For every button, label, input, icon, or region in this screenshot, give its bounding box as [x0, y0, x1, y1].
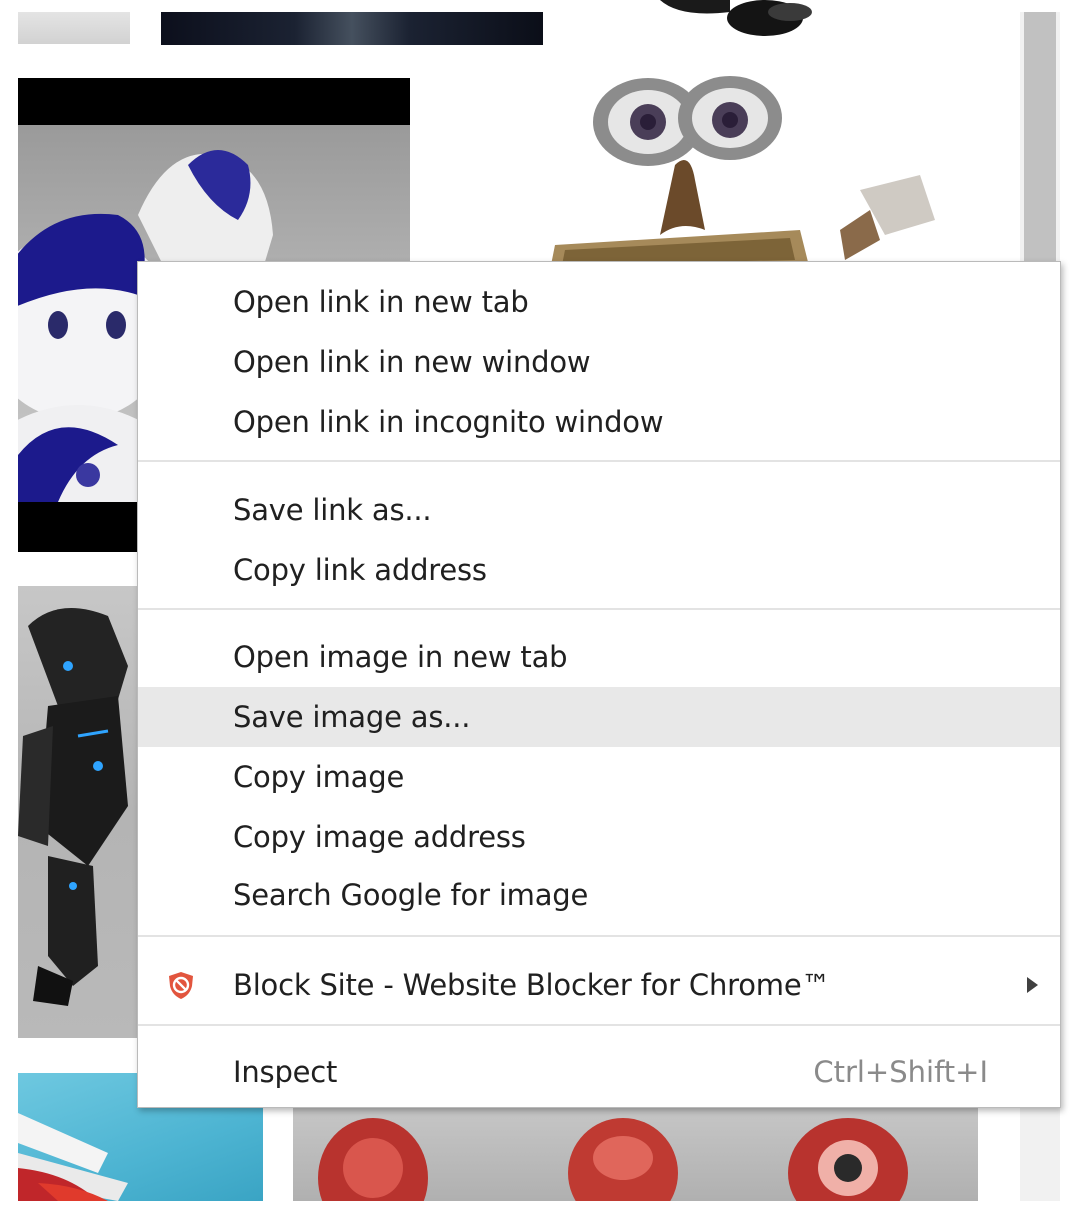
- menu-item-copy-image-address[interactable]: Copy image address: [138, 807, 1060, 867]
- menu-item-shortcut: Ctrl+Shift+I: [813, 1055, 988, 1089]
- menu-item-save-image-as[interactable]: Save image as...: [138, 687, 1060, 747]
- menu-item-label: Copy image address: [233, 820, 526, 854]
- menu-item-open-link-new-window[interactable]: Open link in new window: [138, 332, 1060, 392]
- menu-item-copy-image[interactable]: Copy image: [138, 747, 1060, 807]
- menu-item-label: Search Google for image: [233, 878, 589, 912]
- menu-item-label: Copy link address: [233, 553, 487, 587]
- menu-item-save-link-as[interactable]: Save link as...: [138, 480, 1060, 540]
- menu-item-search-google-for-image[interactable]: Search Google for image: [138, 865, 1060, 925]
- menu-item-label: Open link in incognito window: [233, 405, 664, 439]
- menu-item-label: Block Site - Website Blocker for Chrome™: [233, 968, 831, 1002]
- menu-item-label: Inspect: [233, 1055, 338, 1089]
- menu-separator: [138, 1024, 1060, 1026]
- menu-item-label: Open link in new tab: [233, 285, 529, 319]
- menu-separator: [138, 935, 1060, 937]
- image-thumbnail-top-left[interactable]: [18, 12, 130, 44]
- menu-item-label: Save image as...: [233, 700, 471, 734]
- menu-item-copy-link-address[interactable]: Copy link address: [138, 540, 1060, 600]
- image-thumbnail-dark-armored-robot[interactable]: [18, 586, 138, 1038]
- context-menu: Open link in new tab Open link in new wi…: [137, 261, 1061, 1108]
- image-thumbnail-top-right[interactable]: [640, 0, 850, 40]
- menu-separator: [138, 608, 1060, 610]
- menu-item-label: Open link in new window: [233, 345, 591, 379]
- image-thumbnail-bottom-red-robots[interactable]: [293, 1108, 978, 1201]
- menu-item-inspect[interactable]: Inspect Ctrl+Shift+I: [138, 1042, 1060, 1102]
- menu-item-open-image-new-tab[interactable]: Open image in new tab: [138, 627, 1060, 687]
- menu-item-label: Save link as...: [233, 493, 432, 527]
- submenu-arrow-icon: [1027, 977, 1038, 993]
- menu-item-open-link-incognito[interactable]: Open link in incognito window: [138, 392, 1060, 452]
- menu-item-block-site[interactable]: Block Site - Website Blocker for Chrome™: [138, 955, 1060, 1015]
- scrollbar-thumb[interactable]: [1024, 12, 1056, 262]
- menu-separator: [138, 460, 1060, 462]
- browser-page: Open link in new tab Open link in new wi…: [0, 0, 1071, 1209]
- menu-item-label: Open image in new tab: [233, 640, 568, 674]
- menu-item-open-link-new-tab[interactable]: Open link in new tab: [138, 272, 1060, 332]
- image-thumbnail-wall-e-robot[interactable]: [540, 70, 960, 270]
- image-thumbnail-top-middle[interactable]: [161, 12, 543, 45]
- block-site-shield-icon: [166, 970, 196, 1000]
- menu-item-label: Copy image: [233, 760, 405, 794]
